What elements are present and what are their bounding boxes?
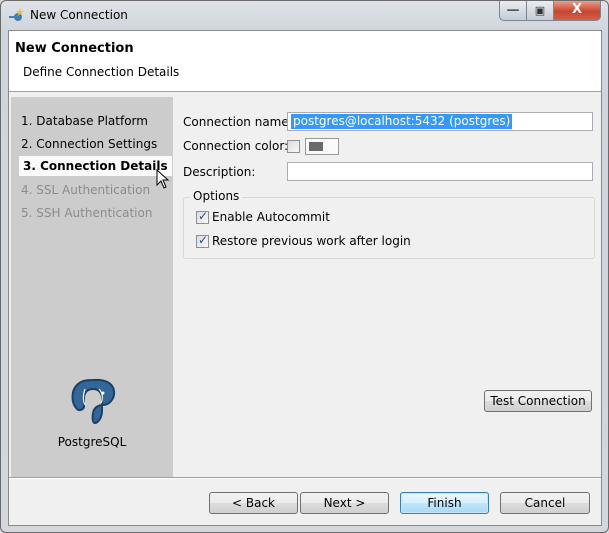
page-title: New Connection [15,41,134,56]
title-bar[interactable]: New Connection — ▣ X [1,1,608,30]
close-icon: X [571,2,583,17]
options-group [183,197,595,259]
restore-previous-work-label[interactable]: Restore previous work after login [212,234,411,248]
connection-name-label: Connection name: [183,115,293,129]
window-title: New Connection [30,8,128,22]
maximize-icon: ▣ [534,4,546,17]
connection-color-checkbox[interactable] [287,140,300,153]
step-ssh-authentication: 5. SSH Authentication [21,206,153,220]
postgresql-elephant-icon [71,378,116,425]
mouse-cursor-icon [156,169,170,189]
restore-previous-work-checkbox[interactable] [196,233,209,248]
enable-autocommit-label[interactable]: Enable Autocommit [212,210,330,224]
dialog-client-area: New Connection Define Connection Details… [8,30,602,526]
step-database-platform[interactable]: 1. Database Platform [21,114,148,128]
connection-name-value: postgres@localhost:5432 (postgres) [291,114,513,129]
wizard-header: New Connection Define Connection Details [9,31,601,92]
step-ssl-authentication: 4. SSL Authentication [21,183,151,197]
options-group-label: Options [190,189,243,203]
test-connection-button[interactable]: Test Connection [484,390,592,412]
new-connection-dialog: New Connection — ▣ X New Connection Defi… [0,0,609,533]
finish-button[interactable]: Finish [400,492,489,514]
back-button[interactable]: < Back [209,492,298,514]
step-connection-details[interactable]: 3. Connection Details [19,156,172,176]
connection-color-label: Connection color: [183,139,289,153]
platform-name: PostgreSQL [57,435,127,449]
page-subtitle: Define Connection Details [23,65,180,79]
minimize-button[interactable]: — [499,1,527,21]
close-button[interactable]: X [553,1,601,21]
description-label: Description: [183,165,256,179]
connection-name-input[interactable]: postgres@localhost:5432 (postgres) [287,112,593,131]
minimize-icon: — [506,3,520,18]
cancel-button[interactable]: Cancel [500,492,590,514]
wizard-steps-sidebar: 1. Database Platform 2. Connection Setti… [11,97,173,477]
description-input[interactable] [287,162,593,181]
enable-autocommit-checkbox[interactable] [196,209,209,224]
maximize-button[interactable]: ▣ [526,1,554,21]
next-button[interactable]: Next > [300,492,389,514]
new-connection-app-icon [9,8,24,21]
color-swatch [309,142,323,151]
connection-color-picker[interactable] [305,138,339,155]
step-connection-settings[interactable]: 2. Connection Settings [21,137,157,151]
footer-divider [9,477,601,479]
